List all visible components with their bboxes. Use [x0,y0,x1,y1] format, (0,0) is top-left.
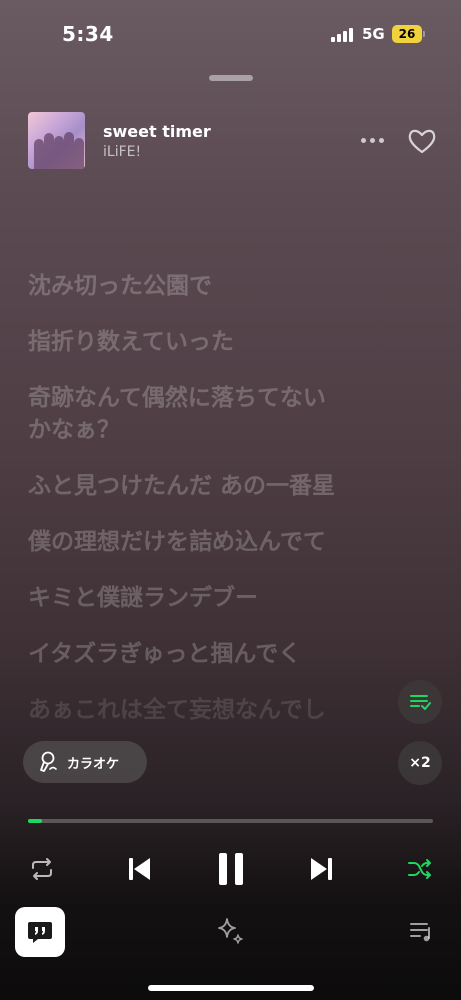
status-time: 5:34 [62,22,114,46]
more-options-button[interactable] [356,128,388,152]
lyric-line[interactable]: イタズラぎゅっと掴んでく [28,638,433,670]
track-artist[interactable]: iLiFE! [103,144,141,160]
lyric-line[interactable]: 沈み切った公園で [28,270,433,302]
lyric-line[interactable]: あぁこれは全て妄想なんでし [28,694,433,726]
progress-bar[interactable] [28,819,433,823]
sparkle-button[interactable] [214,915,246,947]
home-indicator[interactable] [148,985,314,991]
repeat-button[interactable] [28,855,56,883]
lyric-line[interactable]: 僕の理想だけを詰め込んでて [28,526,433,558]
repeat-icon [32,858,52,880]
lyric-line[interactable]: 奇跡なんて偶然に落ちてない かなぁ？ [28,382,433,446]
microphone-icon [40,751,57,772]
lyrics-queue-button[interactable] [398,680,442,724]
lyric-line[interactable]: キミと僕謎ランデブー [28,582,433,614]
cellular-signal-icon [331,28,353,42]
playback-controls [0,845,461,893]
lyrics-tab-button[interactable] [15,907,65,957]
battery-level: 26 [398,27,416,41]
sparkle-icon [218,918,243,944]
queue-list-icon [410,923,430,942]
shuffle-button[interactable] [406,855,434,883]
track-header: sweet timer iLiFE! [0,110,461,170]
skip-next-icon [311,858,332,880]
playback-speed-label: ×2 [409,755,431,771]
list-check-icon [410,695,431,710]
previous-button[interactable] [122,852,156,886]
track-title[interactable]: sweet timer [103,122,211,141]
playback-speed-button[interactable]: ×2 [398,741,442,785]
pause-icon [219,853,243,885]
lyric-line[interactable]: 指折り数えていった [28,326,433,358]
sheet-grabber[interactable] [209,75,253,81]
next-button[interactable] [305,852,339,886]
progress-fill [28,819,43,823]
battery-tip [423,31,425,37]
shuffle-icon [408,859,431,879]
lyrics-quote-icon [28,922,52,943]
battery-icon: 26 [392,25,422,43]
network-type: 5G [362,25,385,43]
karaoke-button[interactable]: カラオケ [23,741,147,783]
like-button[interactable] [405,126,439,156]
album-artwork[interactable] [28,112,85,169]
heart-icon [408,129,436,154]
pause-button[interactable] [211,849,251,889]
karaoke-label: カラオケ [67,756,120,772]
lyric-line[interactable]: ふと見つけたんだ あの一番星 [28,470,433,502]
queue-button[interactable] [408,917,436,945]
skip-previous-icon [129,858,150,880]
status-bar: 5:34 5G 26 [0,0,461,70]
bottom-toolbar [0,905,461,960]
lyrics-panel[interactable]: 沈み切った公園で 指折り数えていった奇跡なんて偶然に落ちてない かなぁ？ ふと見つけ… [28,270,433,730]
